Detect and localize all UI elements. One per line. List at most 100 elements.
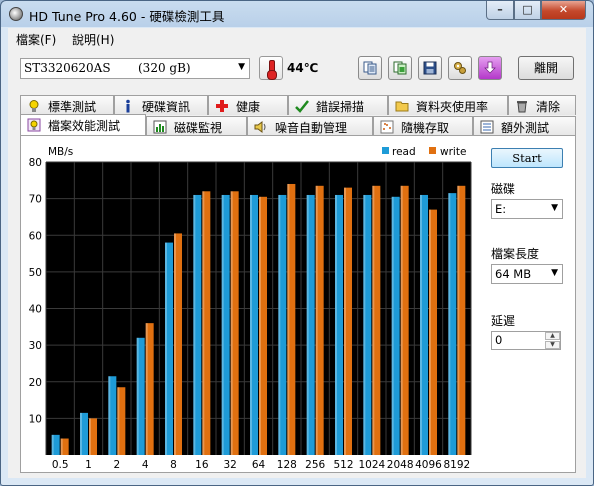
tab-label: 隨機存取 [401, 121, 450, 135]
maximize-button[interactable]: □ [514, 1, 541, 20]
x-tick-label: 128 [277, 459, 297, 471]
tab-aam[interactable]: 噪音自動管理 [247, 116, 373, 136]
tab-health[interactable]: 健康 [208, 95, 288, 115]
options-wrench-icon [454, 62, 466, 74]
tab-error-scan[interactable]: 錯誤掃描 [288, 95, 388, 115]
extra-test-icon [480, 120, 494, 134]
options-button[interactable] [448, 56, 472, 80]
title-bar[interactable]: HD Tune Pro 4.60 - 硬碟檢測工具 – □ ✕ [1, 1, 593, 27]
file-bulb-icon [27, 118, 41, 132]
bar-write-highlight [400, 185, 403, 455]
y-tick-label: 60 [29, 230, 42, 242]
x-tick-label: 2 [113, 459, 120, 471]
file-length-label: 檔案長度 [491, 247, 540, 261]
menu-file[interactable]: 檔案(F) [16, 31, 56, 48]
copy-text-icon [363, 61, 377, 75]
tab-extra-tests[interactable]: 額外測試 [473, 116, 576, 136]
tab-file-benchmark[interactable]: 檔案效能測試 [20, 114, 146, 136]
bar-write-highlight [457, 185, 460, 455]
x-tick-label: 512 [333, 459, 353, 471]
legend-read-label: read [392, 146, 416, 158]
minimize-button[interactable]: – [486, 1, 514, 20]
tab-label: 噪音自動管理 [275, 121, 348, 135]
bar-read-highlight [221, 194, 224, 455]
monitor-chart-icon [153, 120, 167, 134]
x-tick-label: 64 [252, 459, 266, 471]
info-icon [126, 99, 130, 113]
menu-help[interactable]: 說明(H) [72, 31, 114, 48]
y-tick-label: 10 [29, 413, 42, 425]
random-access-icon [380, 120, 394, 134]
close-button[interactable]: ✕ [541, 1, 586, 20]
benchmark-chart: 10 20 30 40 50 60 70 80 0.5 1 2 4 8 16 32 64 128 256 512 1… [29, 146, 472, 471]
tab-benchmark[interactable]: 標準測試 [20, 95, 114, 115]
bar-read-highlight [363, 194, 366, 455]
y-tick-label: 80 [29, 157, 42, 169]
x-tick-label: 1024 [358, 459, 385, 471]
x-tick-label: 4096 [415, 459, 442, 471]
file-length-select[interactable]: 64 MB ▼ [491, 264, 563, 284]
spin-up-button[interactable]: ▲ [545, 332, 560, 340]
delay-spinner[interactable]: 0 ▲ ▼ [491, 331, 561, 350]
legend-write-label: write [440, 146, 466, 158]
main-area: ST3320620AS (320 gB) ▼ 44℃ 離開 標準測試 硬碟資訊 … [8, 48, 586, 478]
x-tick-label: 1 [85, 459, 92, 471]
copy-screenshot-icon [393, 61, 407, 75]
bar-write-highlight [117, 387, 120, 455]
delay-value: 0 [495, 333, 503, 347]
bar-read-highlight [448, 193, 451, 455]
tab-disk-monitor[interactable]: 磁碟監視 [146, 116, 247, 136]
y-tick-label: 40 [29, 304, 42, 316]
health-cross-icon [216, 100, 228, 112]
exit-button[interactable]: 離開 [518, 56, 574, 80]
x-tick-label: 256 [305, 459, 325, 471]
x-tick-label: 16 [195, 459, 209, 471]
bar-write-highlight [315, 185, 318, 455]
bar-write-highlight [259, 196, 261, 455]
bar-write-highlight [287, 183, 290, 455]
drive-name: ST3320620AS [24, 61, 111, 75]
tab-erase[interactable]: 清除 [508, 95, 576, 115]
chevron-down-icon: ▼ [551, 268, 558, 278]
disk-select[interactable]: E: ▼ [491, 199, 563, 219]
bar-read-highlight [193, 194, 196, 455]
bar-write-highlight [344, 187, 346, 455]
bar-write-highlight [429, 209, 431, 455]
menu-bar: 檔案(F) 說明(H) [8, 28, 586, 48]
bar-write-highlight [174, 233, 176, 455]
tab-label: 磁碟監視 [174, 121, 223, 135]
start-button[interactable]: Start [491, 148, 563, 168]
x-tick-label: 2048 [387, 459, 414, 471]
thermometer-icon [259, 56, 283, 80]
spin-down-button[interactable]: ▼ [545, 341, 560, 349]
drive-select[interactable]: ST3320620AS (320 gB) ▼ [20, 58, 250, 79]
folder-icon [395, 101, 409, 112]
disk-label: 磁碟 [491, 182, 516, 196]
tab-folder-usage[interactable]: 資料夾使用率 [388, 95, 508, 115]
tab-random-access[interactable]: 隨機存取 [373, 116, 473, 136]
bulb-icon [29, 100, 39, 112]
bar-read-highlight [108, 376, 111, 455]
y-tick-label: 50 [29, 267, 42, 279]
trash-icon [517, 101, 527, 113]
x-tick-label: 4 [142, 459, 149, 471]
bar-read-highlight [51, 434, 54, 455]
y-axis-unit: MB/s [48, 146, 73, 158]
copy-text-button[interactable] [358, 56, 382, 80]
tab-info[interactable]: 硬碟資訊 [114, 95, 208, 115]
copy-screenshot-button[interactable] [388, 56, 412, 80]
legend-read-swatch [382, 147, 389, 154]
download-button[interactable] [478, 56, 502, 80]
bar-read-highlight [136, 337, 139, 455]
bar-read-highlight [278, 194, 281, 455]
chevron-down-icon: ▼ [238, 62, 245, 72]
save-button[interactable] [418, 56, 442, 80]
x-tick-label: 32 [223, 459, 236, 471]
legend-write-swatch [429, 147, 436, 154]
drive-size: (320 gB) [138, 61, 191, 75]
bar-write-highlight [372, 185, 375, 455]
bar-read-highlight [420, 194, 422, 455]
app-window: HD Tune Pro 4.60 - 硬碟檢測工具 – □ ✕ 檔案(F) 說明… [0, 0, 594, 486]
tab-label: 額外測試 [501, 121, 550, 135]
x-tick-label: 0.5 [52, 459, 69, 471]
